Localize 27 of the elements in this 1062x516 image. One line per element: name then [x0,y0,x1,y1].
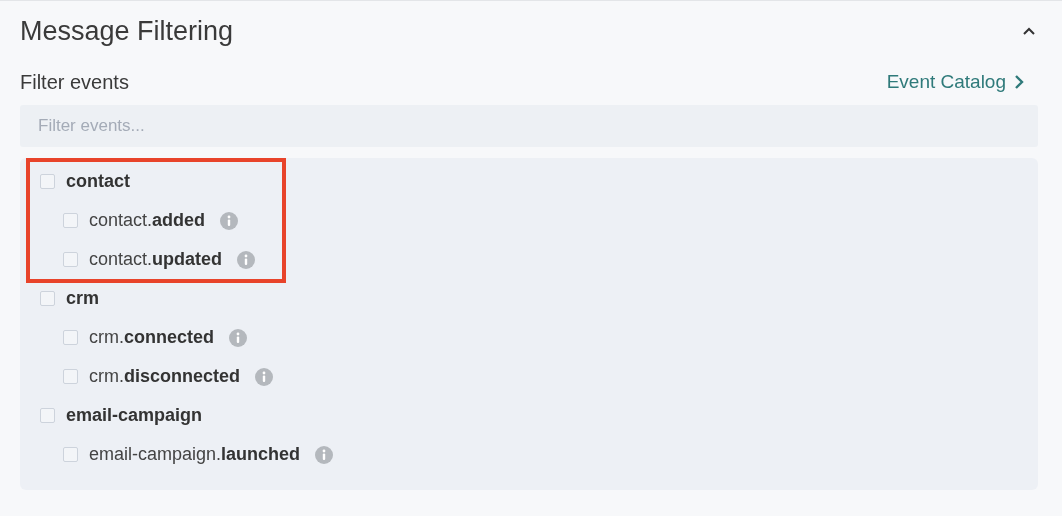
group-name: crm [66,288,100,309]
filter-label: Filter events [20,70,129,94]
chevron-right-icon[interactable] [1014,74,1024,90]
event-name: contact.updated [89,249,223,270]
checkbox[interactable] [63,213,78,228]
info-icon[interactable] [229,328,248,347]
group-name: email-campaign [66,405,203,426]
checkbox[interactable] [40,291,55,306]
checkbox[interactable] [40,174,55,189]
section-title: Message Filtering [20,15,234,47]
checkbox[interactable] [63,447,78,462]
checkbox[interactable] [63,252,78,267]
event-name: crm.connected [89,327,215,348]
event-catalog-link[interactable]: Event Catalog [886,71,1024,93]
checkbox[interactable] [63,330,78,345]
event-name: email-campaign.launched [89,444,301,465]
checkbox[interactable] [40,408,55,423]
info-icon[interactable] [220,211,239,230]
filter-input[interactable]: Filter events... [20,105,1038,147]
chevron-icon[interactable] [1022,26,1036,36]
info-icon[interactable] [237,250,256,269]
info-icon[interactable] [315,445,334,464]
event-name: contact.added [89,210,206,231]
group-name: contact [66,171,130,192]
info-icon[interactable] [255,367,274,386]
checkbox[interactable] [63,369,78,384]
event-name: crm.disconnected [89,366,241,387]
